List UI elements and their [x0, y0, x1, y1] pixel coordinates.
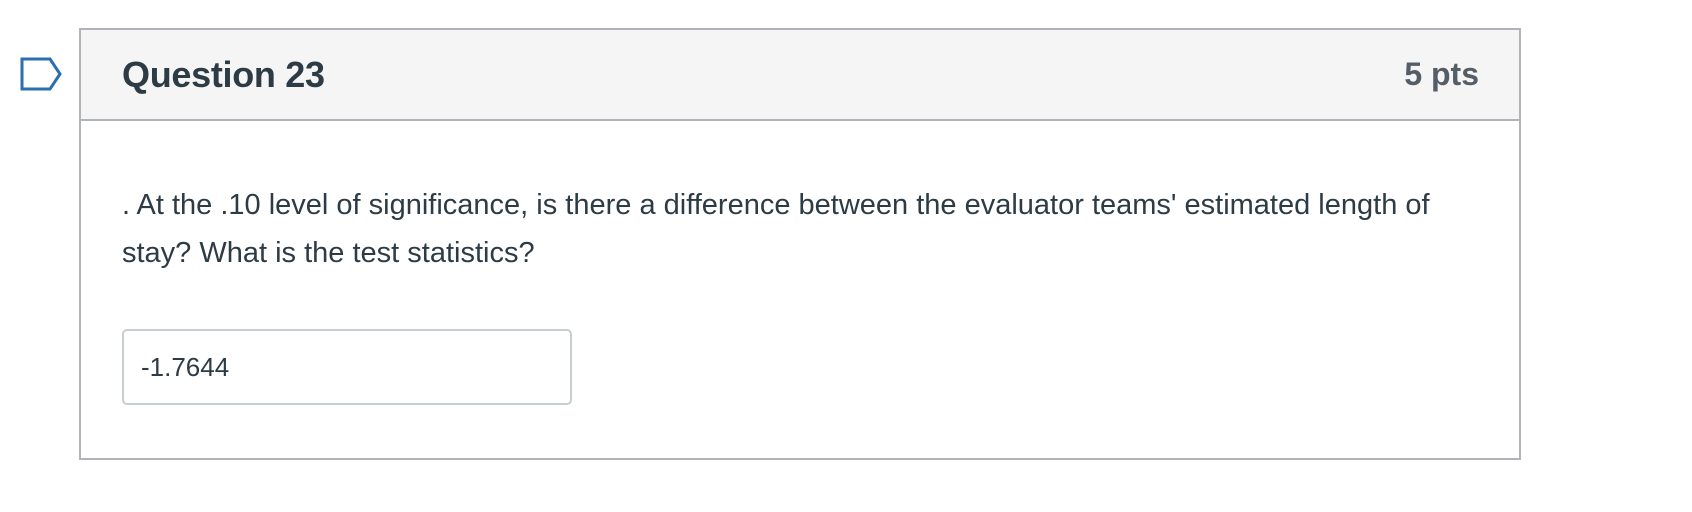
quiz-page: Question 23 5 pts . At the .10 level of …: [0, 0, 1692, 512]
flag-question-icon[interactable]: [20, 57, 62, 91]
question-title: Question 23: [122, 53, 325, 95]
answer-input[interactable]: [122, 329, 572, 405]
question-card: Question 23 5 pts . At the .10 level of …: [79, 28, 1521, 460]
question-points: 5 pts: [1404, 56, 1479, 92]
question-header: Question 23 5 pts: [81, 30, 1519, 121]
question-body: . At the .10 level of significance, is t…: [81, 121, 1519, 405]
question-text: . At the .10 level of significance, is t…: [122, 189, 1430, 269]
